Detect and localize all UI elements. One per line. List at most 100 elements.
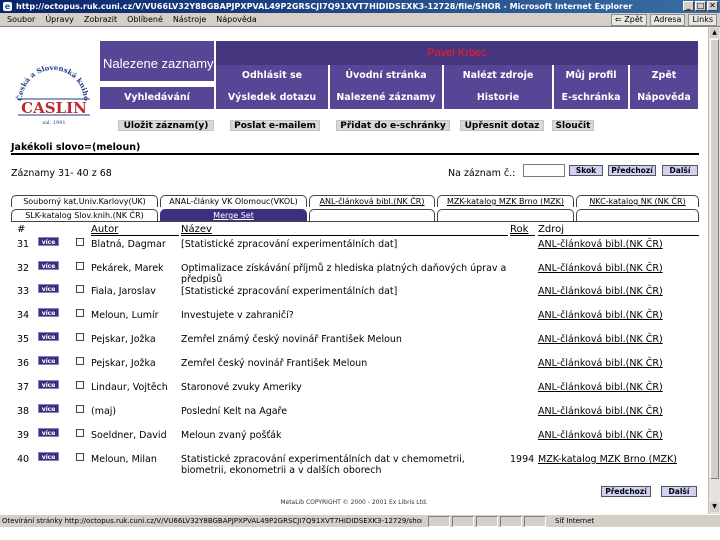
row-source-link[interactable]: ANL-článková bibl.(NK ČR) (538, 263, 663, 274)
page-content: Česká a Slovenská knihovní informační sí… (0, 27, 708, 514)
more-button[interactable]: více (38, 308, 59, 317)
row-title: Statistické zpracování experimentálních … (181, 454, 465, 476)
select-checkbox[interactable] (76, 381, 84, 389)
tab-mzk-catalog[interactable]: MZK-katalog MZK Brno (MZK) (437, 195, 574, 207)
tab-vkol-articles[interactable]: ANAL-články VK Olomouc(VKOL) (160, 195, 307, 207)
refine-query-button[interactable]: Upřesnit dotaz (460, 120, 544, 131)
row-year: 1994 (510, 454, 535, 465)
table-row: 40 více Meloun, Milan Statistické zpraco… (0, 451, 708, 476)
row-number: 40 (17, 454, 30, 465)
nav-search[interactable]: Vyhledávání (100, 87, 214, 109)
window-title: http://octopus.ruk.cuni.cz/V/VU66LV32Y8B… (16, 2, 633, 11)
vertical-scrollbar[interactable]: ▲ ▼ (708, 27, 720, 514)
table-row: 34 více Meloun, Lumír Investujete v zahr… (0, 307, 708, 329)
previous-button[interactable]: Předchozí (608, 165, 656, 176)
row-source-link[interactable]: ANL-článková bibl.(NK ČR) (538, 430, 663, 441)
more-button[interactable]: více (38, 237, 59, 246)
row-number: 34 (17, 310, 30, 321)
query-summary: Jakékoli slovo=(meloun) (11, 142, 141, 153)
more-button[interactable]: více (38, 428, 59, 437)
jump-record-input[interactable] (523, 164, 565, 177)
row-title: Zemřel český novinář František Meloun (181, 358, 368, 369)
select-checkbox[interactable] (76, 285, 84, 293)
select-checkbox[interactable] (76, 309, 84, 317)
select-checkbox[interactable] (76, 333, 84, 341)
menu-napoveda[interactable]: Nápověda (211, 15, 262, 24)
nav-back[interactable]: Zpět (630, 65, 698, 87)
jump-label: Na záznam č.: (448, 168, 516, 179)
merge-button[interactable]: Sloučit (552, 120, 594, 131)
nav-e-shelf[interactable]: E-schránka (554, 87, 628, 109)
nav-found-records[interactable]: Nalezené záznamy (330, 87, 442, 109)
more-button[interactable]: více (38, 404, 59, 413)
tab-slk-catalog[interactable]: SLK-katalog Slov.knih.(NK ČR) (11, 209, 158, 221)
more-button[interactable]: více (38, 284, 59, 293)
tab-empty (437, 209, 574, 221)
tab-anl-bibliography[interactable]: ANL-článková bibl.(NK ČR) (309, 195, 435, 207)
nav-logout[interactable]: Odhlásit se (216, 65, 328, 87)
row-source-link[interactable]: MZK-katalog MZK Brno (MZK) (538, 454, 677, 465)
next-button-bottom[interactable]: Další (661, 486, 697, 497)
tab-nkc-catalog[interactable]: NKC-katalog NK (NK ČR) (576, 195, 699, 207)
row-author: Soeldner, David (91, 430, 167, 441)
menu-soubor[interactable]: Soubor (2, 15, 40, 24)
more-button[interactable]: více (38, 261, 59, 270)
logo-year: zal. 1991 (42, 120, 65, 126)
nav-history[interactable]: Historie (444, 87, 552, 109)
menu-upravy[interactable]: Úpravy (40, 15, 79, 24)
row-source-link[interactable]: ANL-článková bibl.(NK ČR) (538, 286, 663, 297)
row-source-link[interactable]: ANL-článková bibl.(NK ČR) (538, 382, 663, 393)
back-button[interactable]: ⇐ Zpět (611, 14, 647, 26)
caslin-logo[interactable]: Česká a Slovenská knihovní informační sí… (2, 34, 98, 131)
next-button[interactable]: Další (662, 165, 698, 176)
tab-uk-catalog[interactable]: Souborný kat.Univ.Karlovy(UK) (11, 195, 158, 207)
address-button[interactable]: Adresa (649, 14, 686, 26)
status-cell (476, 516, 498, 527)
more-button[interactable]: více (38, 356, 59, 365)
more-button[interactable]: více (38, 380, 59, 389)
close-button[interactable]: ✕ (707, 1, 718, 11)
records-range: Záznamy 31- 40 z 68 (11, 168, 112, 179)
nav-query-result[interactable]: Výsledek dotazu (216, 87, 328, 109)
row-title: [Statistické zpracování experimentálních… (181, 239, 398, 250)
maximize-button[interactable]: □ (695, 1, 706, 11)
status-cell (524, 516, 546, 527)
send-email-button[interactable]: Poslat e-mailem (230, 120, 320, 131)
menu-oblibene[interactable]: Oblíbené (122, 15, 168, 24)
select-checkbox[interactable] (76, 238, 84, 246)
save-records-button[interactable]: Uložit záznam(y) (118, 120, 214, 131)
action-bar: Uložit záznam(y) Poslat e-mailem Přidat … (100, 120, 698, 132)
menu-nastroje[interactable]: Nástroje (168, 15, 211, 24)
select-checkbox[interactable] (76, 429, 84, 437)
links-button[interactable]: Links (688, 14, 717, 26)
row-number: 38 (17, 406, 30, 417)
tab-baseline (11, 221, 699, 222)
nav-find-resources[interactable]: Nalézt zdroje (444, 65, 552, 87)
nav-home[interactable]: Úvodní stránka (330, 65, 442, 87)
row-source-link[interactable]: ANL-článková bibl.(NK ČR) (538, 406, 663, 417)
nav-my-profile[interactable]: Můj profil (554, 65, 628, 87)
tab-merge-set[interactable]: Merge Set (160, 209, 307, 221)
more-button[interactable]: více (38, 452, 59, 461)
table-row: 35 více Pejskar, Jožka Zemřel známý česk… (0, 331, 708, 353)
select-checkbox[interactable] (76, 453, 84, 461)
more-button[interactable]: více (38, 332, 59, 341)
previous-button-bottom[interactable]: Předchozí (601, 486, 651, 497)
select-checkbox[interactable] (76, 262, 84, 270)
scroll-thumb[interactable] (710, 39, 719, 479)
row-title: Optimalizace získávání příjmů z hlediska… (181, 263, 507, 285)
row-source-link[interactable]: ANL-článková bibl.(NK ČR) (538, 358, 663, 369)
jump-button[interactable]: Skok (569, 165, 603, 176)
select-checkbox[interactable] (76, 357, 84, 365)
menu-zobrazit[interactable]: Zobrazit (79, 15, 122, 24)
nav-help[interactable]: Nápověda (630, 87, 698, 109)
scroll-up-icon[interactable]: ▲ (710, 28, 719, 38)
add-to-eshelf-button[interactable]: Přidat do e-schránky (336, 120, 450, 131)
copyright-footer: MetaLib COPYRIGHT © 2000 - 2001 Ex Libri… (280, 499, 428, 506)
row-source-link[interactable]: ANL-článková bibl.(NK ČR) (538, 334, 663, 345)
row-source-link[interactable]: ANL-článková bibl.(NK ČR) (538, 239, 663, 250)
scroll-down-icon[interactable]: ▼ (710, 502, 719, 512)
row-source-link[interactable]: ANL-článková bibl.(NK ČR) (538, 310, 663, 321)
minimize-button[interactable]: _ (683, 1, 694, 11)
select-checkbox[interactable] (76, 405, 84, 413)
